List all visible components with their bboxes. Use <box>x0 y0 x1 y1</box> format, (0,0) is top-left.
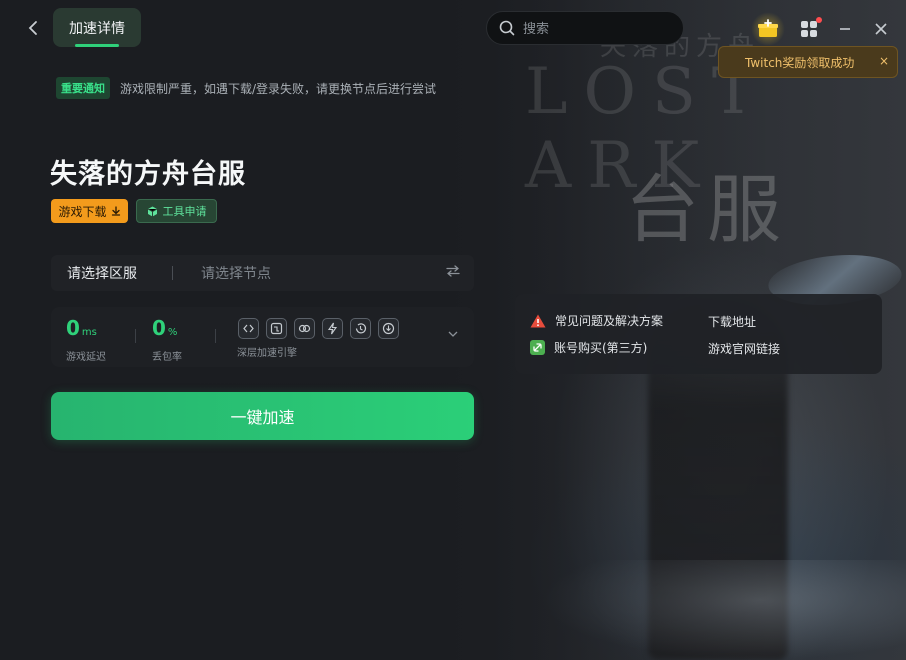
stat-divider <box>215 329 216 343</box>
tool-label: 工具申请 <box>162 205 207 218</box>
game-title: 失落的方舟台服 <box>50 159 246 190</box>
latency-stat: 0 ms 游戏延迟 <box>66 317 106 363</box>
search-input[interactable] <box>523 20 663 36</box>
apps-grid-icon <box>801 21 817 37</box>
packet-loss-stat: 0% 丢包率 <box>152 317 182 363</box>
apps-button[interactable] <box>796 16 822 42</box>
tool-request-button[interactable]: 工具申请 <box>136 199 217 223</box>
engine-icons <box>238 318 399 339</box>
download-icon <box>111 206 120 216</box>
tab-acceleration-details[interactable]: 加速详情 <box>53 8 141 47</box>
link-icon <box>530 340 545 355</box>
account-purchase-label: 账号购买(第三方) <box>554 341 648 355</box>
network-stats-panel: 0 ms 游戏延迟 0% 丢包率 深层加速引擎 <box>51 307 474 367</box>
accelerate-label: 一键加速 <box>230 408 295 427</box>
cube-icon <box>147 206 157 216</box>
lightning-icon <box>322 318 343 339</box>
tab-active-indicator <box>75 44 119 47</box>
account-purchase-link[interactable]: 账号购买(第三方) <box>530 339 647 356</box>
loss-value: 0 <box>152 316 166 340</box>
notification-dot <box>816 17 822 23</box>
help-links-card: 常见问题及解决方案 下载地址 账号购买(第三方) 游戏官网链接 <box>515 294 882 374</box>
download-boost-icon <box>378 318 399 339</box>
region-node-selector: 请选择区服 请选择节点 <box>51 255 474 291</box>
route-optimize-icon <box>266 318 287 339</box>
expand-chevron-icon[interactable] <box>448 329 458 340</box>
close-button[interactable] <box>868 16 894 42</box>
tab-label: 加速详情 <box>69 20 125 37</box>
toast-close-icon[interactable]: × <box>879 54 889 68</box>
minimize-button[interactable] <box>832 16 858 42</box>
latency-unit: ms <box>81 327 97 338</box>
stat-divider <box>135 329 136 343</box>
chevron-left-icon <box>28 21 37 35</box>
latency-value-row: 0 ms <box>66 317 106 344</box>
gift-button[interactable] <box>751 12 785 46</box>
loss-label: 丢包率 <box>152 352 182 363</box>
download-address-link[interactable]: 下载地址 <box>708 313 756 330</box>
latency-value: 0 <box>66 316 80 340</box>
notice-text: 游戏限制严重，如遇下载/登录失败，请更换节点后进行尝试 <box>120 81 437 96</box>
important-notice: 重要通知 游戏限制严重，如遇下载/登录失败，请更换节点后进行尝试 <box>56 73 526 103</box>
link-protocol-icon <box>238 318 259 339</box>
gift-box-icon <box>758 19 778 37</box>
game-download-button[interactable]: 游戏下载 <box>51 199 128 223</box>
multi-link-icon <box>294 318 315 339</box>
one-click-accelerate-button[interactable]: 一键加速 <box>51 392 474 440</box>
download-label: 游戏下载 <box>58 204 107 219</box>
official-site-link[interactable]: 游戏官网链接 <box>708 340 780 357</box>
twitch-reward-toast: Twitch奖励领取成功 × <box>718 46 898 78</box>
region-select[interactable]: 请选择区服 <box>67 263 172 283</box>
warning-icon <box>530 314 546 327</box>
loss-unit: % <box>167 327 178 338</box>
minimize-icon <box>840 28 850 30</box>
search-box[interactable] <box>486 11 684 45</box>
loss-value-row: 0% <box>152 317 182 344</box>
swap-icon[interactable] <box>446 265 460 281</box>
notice-tag: 重要通知 <box>56 77 110 99</box>
engine-label: 深层加速引擎 <box>237 348 297 359</box>
selector-divider <box>172 266 173 280</box>
back-button[interactable] <box>24 18 42 38</box>
latency-label: 游戏延迟 <box>66 352 106 363</box>
close-icon <box>875 23 887 35</box>
faq-label: 常见问题及解决方案 <box>555 314 664 328</box>
node-select[interactable]: 请选择节点 <box>201 263 446 283</box>
timer-icon <box>350 318 371 339</box>
toast-message: Twitch奖励领取成功 <box>745 55 855 70</box>
region-watermark: 台服 <box>625 167 789 253</box>
search-icon <box>499 20 515 36</box>
faq-link[interactable]: 常见问题及解决方案 <box>530 312 663 329</box>
